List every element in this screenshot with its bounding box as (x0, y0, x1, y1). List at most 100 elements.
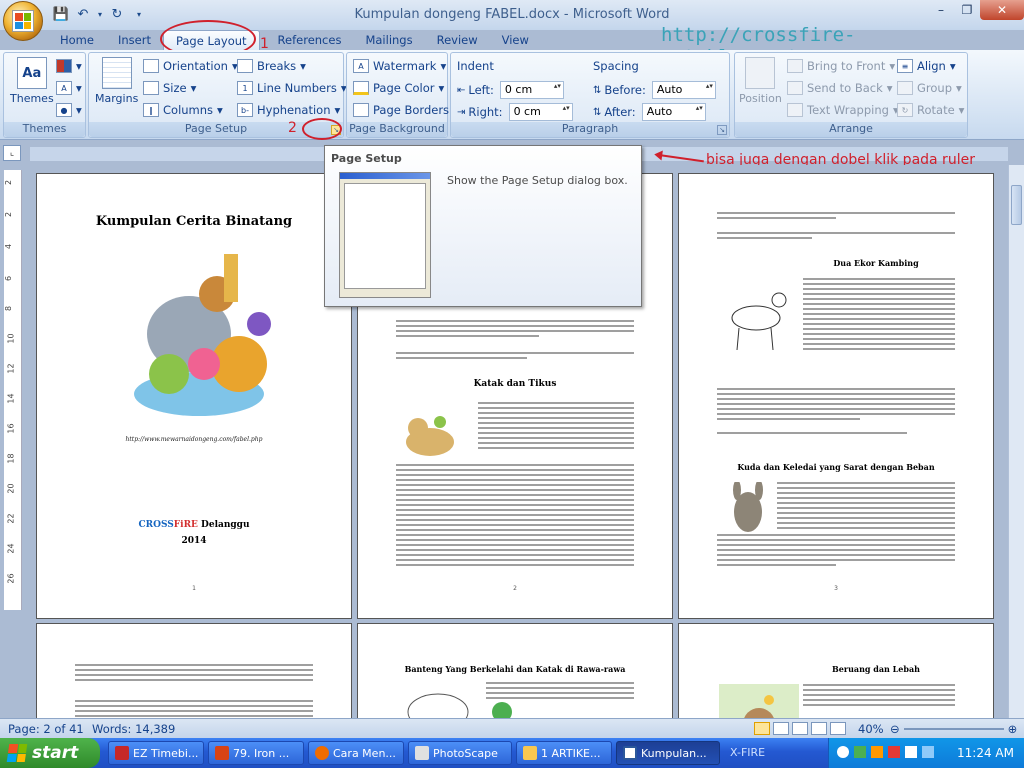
breaks-button[interactable]: Breaks ▾ (237, 59, 306, 73)
spacing-before-label: Before: (604, 83, 646, 97)
tray-icon[interactable] (888, 746, 900, 758)
full-screen-reading-icon[interactable] (773, 722, 789, 735)
author-fire: FiRE (173, 520, 198, 530)
page-1[interactable]: Kumpulan Cerita Binatang http://www.mewa… (36, 173, 352, 619)
orientation-button[interactable]: Orientation ▾ (143, 59, 238, 73)
page-background-group: A Watermark ▾ Page Color ▾ Page Borders P… (346, 52, 449, 138)
tab-view[interactable]: View (490, 30, 541, 50)
minimize-button[interactable]: – (928, 0, 954, 20)
indent-right-label: Right: (468, 105, 503, 119)
tab-references[interactable]: References (266, 30, 354, 50)
taskbar-item[interactable]: Cara Men... (308, 741, 404, 765)
orientation-label: Orientation (163, 59, 228, 73)
maximize-button[interactable]: ❐ (954, 0, 980, 20)
tab-home[interactable]: Home (48, 30, 106, 50)
page-5[interactable]: Banteng Yang Berkelahi dan Katak di Rawa… (357, 623, 673, 718)
zoom-out-icon[interactable]: ⊖ (890, 722, 900, 736)
text-wrapping-button[interactable]: Text Wrapping ▾ (787, 103, 899, 117)
tab-review[interactable]: Review (425, 30, 490, 50)
page-color-button[interactable]: Page Color ▾ (353, 81, 444, 95)
page-6[interactable]: Beruang dan Lebah (678, 623, 994, 718)
taskbar-toolbar-label[interactable]: X-FIRE (730, 746, 765, 759)
bring-to-front-button[interactable]: Bring to Front ▾ (787, 59, 895, 73)
page-count[interactable]: Page: 2 of 41 (8, 722, 84, 736)
word-count[interactable]: Words: 14,389 (92, 722, 175, 736)
vertical-scrollbar[interactable] (1008, 165, 1024, 718)
start-label: start (32, 743, 79, 763)
taskbar-item-label: Cara Men... (333, 746, 396, 760)
margins-button[interactable]: Margins (95, 57, 138, 105)
print-layout-icon[interactable] (754, 722, 770, 735)
position-button[interactable]: Position (739, 57, 782, 105)
page-1-url: http://www.mewarnaidongeng.com/fabel.php (125, 436, 263, 443)
page-number: 2 (513, 585, 517, 592)
annotation-number-2: 2 (288, 120, 297, 136)
taskbar-item[interactable]: EZ Timebi... (108, 741, 204, 765)
close-button[interactable]: ✕ (980, 0, 1024, 20)
columns-button[interactable]: ‖ Columns ▾ (143, 103, 223, 117)
size-button[interactable]: Size ▾ (143, 81, 196, 95)
taskbar-item[interactable]: 1 ARTIKE... (516, 741, 612, 765)
tab-insert[interactable]: Insert (106, 30, 163, 50)
theme-colors-button[interactable]: ▾ (56, 59, 82, 73)
taskbar-item[interactable]: 79. Iron ... (208, 741, 304, 765)
zoom-slider[interactable]: ⊖ ⊕ (890, 722, 1017, 736)
spacing-before-input[interactable]: Auto (651, 81, 716, 99)
tray-icon[interactable] (922, 746, 934, 758)
tray-icon[interactable] (854, 746, 866, 758)
office-button[interactable] (3, 1, 43, 41)
group-icon (897, 81, 913, 95)
ruler-number: 2 (4, 179, 14, 186)
page-3[interactable]: Dua Ekor Kambing Kuda dan Keledai yang S… (678, 173, 994, 619)
breaks-label: Breaks (257, 59, 297, 73)
paragraph-dialog-launcher[interactable]: ↘ (717, 125, 727, 135)
spacing-after-input[interactable]: Auto (641, 103, 706, 121)
theme-fonts-button[interactable]: A ▾ (56, 81, 82, 95)
text-block (679, 432, 993, 437)
send-to-back-button[interactable]: Send to Back ▾ (787, 81, 893, 95)
tray-icons (837, 746, 934, 758)
zoom-in-icon[interactable]: ⊕ (1008, 722, 1018, 736)
ruler-number: 12 (6, 363, 16, 374)
taskbar: start EZ Timebi... 79. Iron ... Cara Men… (0, 738, 1024, 768)
taskbar-item-word[interactable]: Kumpulan... (616, 741, 720, 765)
clock[interactable]: 11:24 AM (957, 746, 1014, 760)
scrollbar-thumb[interactable] (1011, 185, 1022, 225)
bring-to-front-icon (787, 59, 803, 73)
draft-icon[interactable] (830, 722, 846, 735)
group-button[interactable]: Group ▾ (897, 81, 962, 95)
zoom-level[interactable]: 40% (858, 722, 884, 736)
theme-effects-button[interactable]: ● ▾ (56, 103, 82, 117)
tray-icon[interactable] (837, 746, 849, 758)
line-numbers-button[interactable]: 1 Line Numbers ▾ (237, 81, 347, 95)
system-tray: 11:24 AM (828, 738, 1024, 768)
themes-button[interactable]: Aa Themes (10, 57, 54, 105)
page-borders-button[interactable]: Page Borders (353, 103, 449, 117)
watermark-button[interactable]: A Watermark ▾ (353, 59, 446, 73)
zoom-track[interactable] (903, 728, 1004, 730)
ruler-number: 18 (6, 453, 16, 464)
story-title: Katak dan Tikus (473, 379, 557, 389)
outline-icon[interactable] (811, 722, 827, 735)
vertical-ruler[interactable]: 2 2 4 6 8 10 12 14 16 18 20 22 24 26 (4, 170, 22, 610)
tray-icon[interactable] (871, 746, 883, 758)
group-label: Group (917, 81, 953, 95)
taskbar-item[interactable]: PhotoScape (408, 741, 512, 765)
tab-selector[interactable]: ⌞ (3, 145, 21, 161)
page-number: 3 (834, 585, 838, 592)
watermark-icon: A (353, 59, 369, 73)
start-button[interactable]: start (0, 738, 100, 768)
web-layout-icon[interactable] (792, 722, 808, 735)
word-icon (623, 746, 637, 760)
hyphenation-button[interactable]: b- Hyphenation ▾ (237, 103, 340, 117)
align-button[interactable]: ≡ Align ▾ (897, 59, 956, 73)
tab-mailings[interactable]: Mailings (353, 30, 424, 50)
page-4[interactable] (36, 623, 352, 718)
indent-left-input[interactable]: 0 cm (499, 81, 564, 99)
indent-right-input[interactable]: 0 cm (508, 103, 573, 121)
rotate-button[interactable]: ↻ Rotate ▾ (897, 103, 964, 117)
tray-icon[interactable] (905, 746, 917, 758)
spacing-before-icon: ⇅ (593, 84, 602, 96)
position-icon (745, 57, 776, 89)
text-block (679, 534, 993, 569)
